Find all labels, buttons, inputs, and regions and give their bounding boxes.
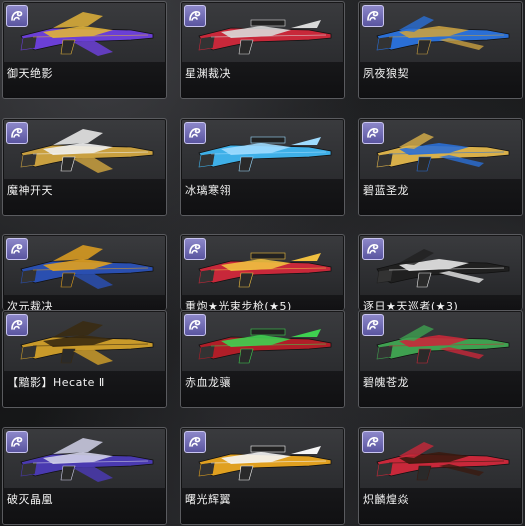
weapon-image bbox=[376, 16, 510, 55]
weapon-card[interactable]: 赤血龙骧 bbox=[180, 310, 345, 408]
weapon-card[interactable]: 次元裁决 bbox=[2, 234, 167, 310]
weapon-class-icon bbox=[362, 5, 384, 27]
weapon-card[interactable]: 碧蓝圣龙 bbox=[358, 118, 523, 216]
weapon-image bbox=[20, 438, 154, 482]
weapon-image bbox=[20, 245, 154, 289]
weapon-card[interactable]: 破灭晶凰 bbox=[2, 427, 167, 525]
weapon-card[interactable]: 魔神开天 bbox=[2, 118, 167, 216]
weapon-image bbox=[198, 19, 332, 55]
weapon-class-icon bbox=[6, 5, 28, 27]
weapon-card[interactable]: 曙光辉翼 bbox=[180, 427, 345, 525]
weapon-name: 冰璃寒翎 bbox=[185, 184, 231, 197]
weapon-card[interactable]: 夙夜狼契 bbox=[358, 1, 523, 99]
weapon-name: 赤血龙骧 bbox=[185, 376, 231, 389]
weapon-class-icon bbox=[6, 431, 28, 453]
weapon-class-icon bbox=[184, 431, 206, 453]
weapon-name: 魔神开天 bbox=[7, 184, 53, 197]
weapon-name: 夙夜狼契 bbox=[363, 67, 409, 80]
weapon-image bbox=[20, 12, 154, 56]
weapon-name: 碧蓝圣龙 bbox=[363, 184, 409, 197]
weapon-image bbox=[376, 442, 510, 481]
weapon-class-icon bbox=[362, 314, 384, 336]
weapon-card[interactable]: 重炮★光束步枪(★5) bbox=[180, 234, 345, 310]
weapon-name: 破灭晶凰 bbox=[7, 493, 53, 506]
weapon-image bbox=[376, 325, 510, 364]
weapon-class-icon bbox=[6, 122, 28, 144]
weapon-card[interactable]: 炽麟煌焱 bbox=[358, 427, 523, 525]
weapon-card[interactable]: 星渊裁决 bbox=[180, 1, 345, 99]
weapon-image bbox=[198, 252, 332, 288]
weapon-name: 炽麟煌焱 bbox=[363, 493, 409, 506]
weapon-image bbox=[376, 249, 510, 288]
weapon-image bbox=[20, 321, 154, 365]
weapon-name: 逐日★天巡者(★3) bbox=[363, 300, 459, 310]
weapon-card[interactable]: 冰璃寒翎 bbox=[180, 118, 345, 216]
weapon-image bbox=[198, 445, 332, 481]
weapon-name: 次元裁决 bbox=[7, 300, 53, 310]
weapon-image bbox=[20, 129, 154, 173]
weapon-name: 重炮★光束步枪(★5) bbox=[185, 300, 292, 310]
weapon-card[interactable]: 【黯影】Hecate Ⅱ bbox=[2, 310, 167, 408]
weapon-class-icon bbox=[6, 314, 28, 336]
weapon-name: 碧魄苍龙 bbox=[363, 376, 409, 389]
weapon-card[interactable]: 御天绝影 bbox=[2, 1, 167, 99]
weapon-class-icon bbox=[6, 238, 28, 260]
weapon-class-icon bbox=[362, 122, 384, 144]
weapon-image bbox=[376, 133, 510, 172]
weapon-name: 御天绝影 bbox=[7, 67, 53, 80]
weapon-name: 星渊裁决 bbox=[185, 67, 231, 80]
weapon-class-icon bbox=[184, 122, 206, 144]
weapon-image bbox=[198, 136, 332, 172]
weapon-class-icon bbox=[184, 5, 206, 27]
weapon-name: 曙光辉翼 bbox=[185, 493, 231, 506]
weapon-grid: 御天绝影 星渊裁决 夙夜狼契魔神开天 冰璃寒翎 碧蓝圣龙次元裁决 重炮★光束步枪(★5) 逐… bbox=[0, 0, 525, 526]
weapon-card[interactable]: 碧魄苍龙 bbox=[358, 310, 523, 408]
weapon-class-icon bbox=[362, 238, 384, 260]
weapon-class-icon bbox=[184, 238, 206, 260]
weapon-image bbox=[198, 328, 332, 364]
weapon-card[interactable]: 逐日★天巡者(★3) bbox=[358, 234, 523, 310]
weapon-class-icon bbox=[184, 314, 206, 336]
weapon-name: 【黯影】Hecate Ⅱ bbox=[7, 376, 105, 389]
weapon-class-icon bbox=[362, 431, 384, 453]
